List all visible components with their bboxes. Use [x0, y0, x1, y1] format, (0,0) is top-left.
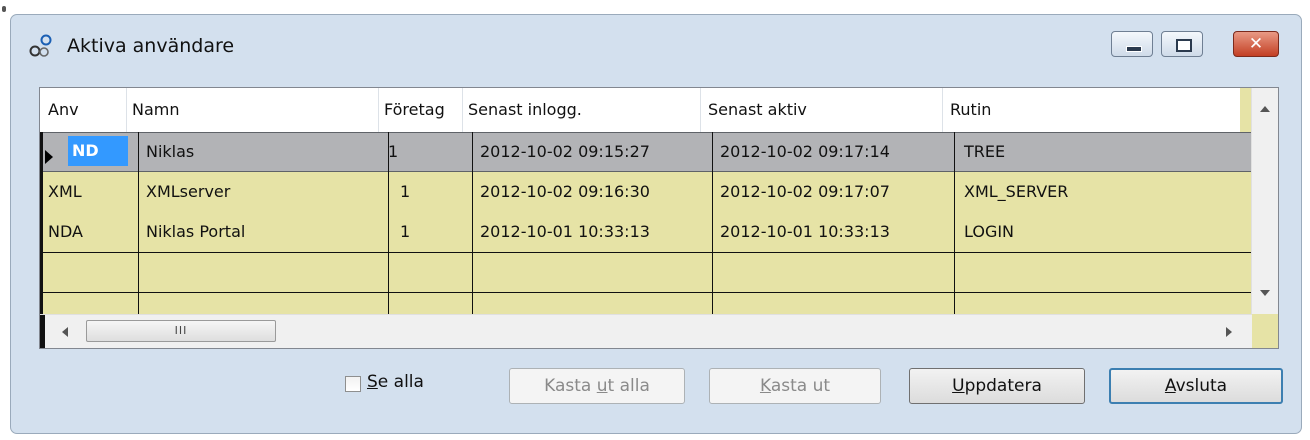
row-divider [40, 252, 1252, 253]
cell-foretag: 1 [400, 182, 411, 201]
column-divider [712, 132, 713, 314]
cell-senast-aktiv: 2012-10-02 09:17:14 [720, 142, 890, 161]
cell-senast-inlogg: 2012-10-02 09:15:27 [480, 142, 650, 161]
scroll-up-icon[interactable] [1260, 106, 1270, 112]
kasta-ut-button[interactable]: Kasta ut [709, 368, 881, 404]
column-divider [138, 132, 139, 314]
column-header-row: Anv Namn Företag Senast inlogg. Senast a… [40, 88, 1240, 133]
table-row[interactable]: NDA Niklas Portal 1 2012-10-01 10:33:13 … [40, 212, 1252, 252]
cell-namn: Niklas Portal [146, 222, 246, 241]
vertical-scrollbar[interactable] [1251, 88, 1278, 314]
kasta-ut-alla-button[interactable]: Kasta ut alla [509, 368, 685, 404]
table-row[interactable]: XML XMLserver 1 2012-10-02 09:16:30 2012… [40, 172, 1252, 212]
column-divider[interactable] [700, 88, 701, 132]
close-button[interactable]: ✕ [1233, 31, 1279, 57]
cell-anv: XML [48, 182, 82, 201]
column-divider[interactable] [462, 88, 463, 132]
column-divider[interactable] [126, 88, 127, 132]
column-divider[interactable] [378, 88, 379, 132]
column-header-anv[interactable]: Anv [48, 88, 79, 132]
se-alla-label[interactable]: Se alla [367, 372, 424, 392]
cell-foretag: 1 [400, 222, 411, 241]
scroll-right-icon[interactable] [1226, 327, 1232, 337]
cell-namn: XMLserver [146, 182, 231, 201]
title-bar[interactable]: Aktiva användare ✕ [11, 15, 1301, 71]
minimize-button[interactable] [1111, 31, 1153, 57]
column-divider [388, 132, 389, 314]
maximize-icon [1176, 39, 1192, 52]
cell-rutin: XML_SERVER [964, 182, 1069, 201]
column-header-rutin[interactable]: Rutin [950, 88, 991, 132]
window-title: Aktiva användare [67, 35, 235, 57]
column-divider [954, 132, 955, 314]
maximize-button[interactable] [1161, 31, 1203, 57]
close-icon: ✕ [1248, 34, 1264, 54]
column-header-senast-inlogg[interactable]: Senast inlogg. [468, 88, 582, 132]
cell-anv-selected[interactable]: ND [68, 136, 128, 166]
column-header-foretag[interactable]: Företag [384, 88, 445, 132]
cell-anv: NDA [48, 222, 83, 241]
cell-senast-aktiv: 2012-10-01 10:33:13 [720, 222, 890, 241]
horizontal-scrollbar[interactable]: III [40, 314, 1252, 348]
window: Aktiva användare ✕ Anv Namn Företag Sena… [10, 14, 1302, 434]
scroll-left-icon[interactable] [62, 327, 68, 337]
minimize-icon [1126, 46, 1142, 52]
avsluta-button[interactable]: Avsluta [1109, 368, 1283, 404]
scroll-thumb[interactable]: III [86, 320, 276, 342]
cell-senast-inlogg: 2012-10-01 10:33:13 [480, 222, 650, 241]
record-marker [40, 315, 45, 348]
cell-senast-aktiv: 2012-10-02 09:17:07 [720, 182, 890, 201]
cell-foretag: 1 [388, 142, 399, 161]
column-divider [472, 132, 473, 314]
column-header-senast-aktiv[interactable]: Senast aktiv [708, 88, 807, 132]
cell-namn: Niklas [146, 142, 195, 161]
table-row[interactable]: Niklas 1 2012-10-02 09:15:27 2012-10-02 … [40, 132, 1252, 172]
cell-senast-inlogg: 2012-10-02 09:16:30 [480, 182, 650, 201]
row-indicator-column [40, 132, 43, 314]
checkbox-box[interactable] [345, 376, 361, 392]
cell-rutin: LOGIN [964, 222, 1015, 241]
active-users-grid[interactable]: Anv Namn Företag Senast inlogg. Senast a… [39, 87, 1279, 349]
corner-mark [2, 6, 6, 12]
current-row-arrow-icon [45, 150, 53, 164]
users-icon [29, 34, 52, 57]
cell-rutin: TREE [964, 142, 1006, 161]
column-header-namn[interactable]: Namn [132, 88, 180, 132]
scroll-down-icon[interactable] [1260, 290, 1270, 296]
row-divider [40, 292, 1252, 293]
column-divider[interactable] [942, 88, 943, 132]
uppdatera-button[interactable]: Uppdatera [909, 368, 1085, 404]
